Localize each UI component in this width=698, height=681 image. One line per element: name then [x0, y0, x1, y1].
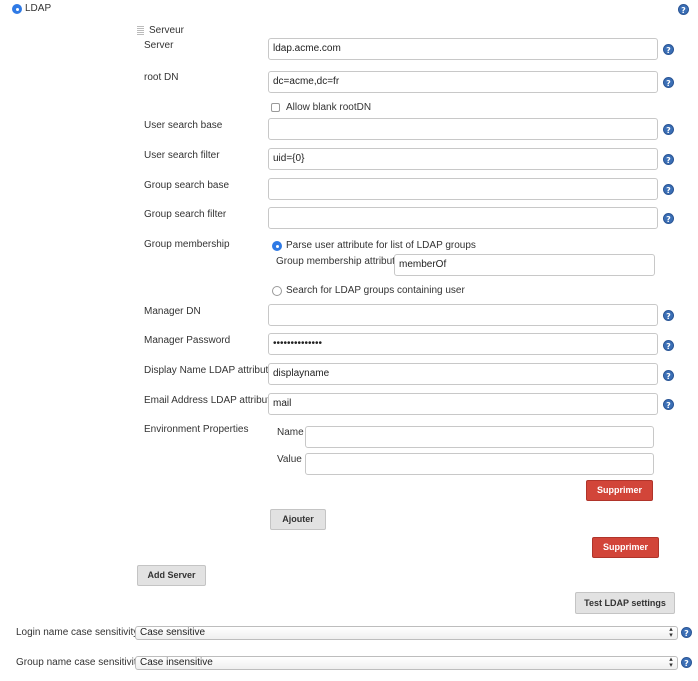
drag-handle-icon[interactable]	[137, 26, 144, 36]
env-name-input[interactable]	[305, 426, 654, 448]
email-attr-input[interactable]: mail	[268, 393, 658, 415]
help-icon[interactable]: ?	[678, 4, 689, 15]
group-membership-parse-radio[interactable]	[272, 241, 282, 251]
group-case-sensitivity-select[interactable]: Case insensitive ▴ ▾	[135, 656, 678, 670]
help-icon[interactable]: ?	[663, 340, 674, 351]
server-block-heading: Serveur	[149, 25, 185, 36]
ldap-radio[interactable]	[12, 4, 22, 14]
group-search-filter-label: Group search filter	[144, 209, 227, 220]
help-icon[interactable]: ?	[663, 44, 674, 55]
delete-server-button[interactable]: Supprimer	[592, 537, 659, 558]
env-value-input[interactable]	[305, 453, 654, 475]
group-membership-attribute-label: Group membership attribute	[276, 256, 401, 267]
test-ldap-settings-button[interactable]: Test LDAP settings	[575, 592, 675, 614]
delete-env-property-button[interactable]: Supprimer	[586, 480, 653, 501]
group-membership-attribute-input[interactable]: memberOf	[394, 254, 655, 276]
help-icon[interactable]: ?	[663, 184, 674, 195]
group-membership-parse-label: Parse user attribute for list of LDAP gr…	[286, 240, 476, 251]
add-server-button[interactable]: Add Server	[137, 565, 206, 586]
group-search-base-label: Group search base	[144, 180, 230, 191]
help-icon[interactable]: ?	[663, 77, 674, 88]
allow-blank-rootdn-label: Allow blank rootDN	[286, 102, 372, 113]
environment-properties-label: Environment Properties	[144, 424, 249, 435]
root-dn-input[interactable]: dc=acme,dc=fr	[268, 71, 658, 93]
manager-dn-input[interactable]	[268, 304, 658, 326]
select-arrows-icon: ▴ ▾	[669, 656, 673, 669]
help-icon[interactable]: ?	[663, 399, 674, 410]
group-membership-label: Group membership	[144, 239, 230, 250]
manager-password-label: Manager Password	[144, 335, 231, 346]
display-name-attr-input[interactable]: displayname	[268, 363, 658, 385]
manager-dn-label: Manager DN	[144, 306, 201, 317]
group-case-sensitivity-value: Case insensitive	[140, 657, 213, 668]
help-icon[interactable]: ?	[663, 310, 674, 321]
group-membership-search-label: Search for LDAP groups containing user	[286, 285, 465, 296]
user-search-base-label: User search base	[144, 120, 223, 131]
server-input[interactable]: ldap.acme.com	[268, 38, 658, 60]
env-name-label: Name	[277, 427, 304, 438]
user-search-base-input[interactable]	[268, 118, 658, 140]
user-search-filter-input[interactable]: uid={0}	[268, 148, 658, 170]
help-icon[interactable]: ?	[663, 213, 674, 224]
help-icon[interactable]: ?	[663, 370, 674, 381]
login-case-sensitivity-value: Case sensitive	[140, 627, 206, 638]
help-icon[interactable]: ?	[663, 154, 674, 165]
allow-blank-rootdn-checkbox[interactable]	[271, 103, 280, 112]
select-arrows-icon: ▴ ▾	[669, 626, 673, 639]
ldap-title: LDAP	[25, 3, 52, 14]
group-search-filter-input[interactable]	[268, 207, 658, 229]
email-attr-label: Email Address LDAP attribute	[144, 395, 276, 406]
manager-password-input[interactable]: ••••••••••••••	[268, 333, 658, 355]
add-env-property-button[interactable]: Ajouter	[270, 509, 326, 530]
help-icon[interactable]: ?	[681, 627, 692, 638]
login-case-sensitivity-label: Login name case sensitivity	[16, 627, 139, 638]
server-label: Server	[144, 40, 174, 51]
group-search-base-input[interactable]	[268, 178, 658, 200]
root-dn-label: root DN	[144, 72, 179, 83]
group-membership-search-radio[interactable]	[272, 286, 282, 296]
group-case-sensitivity-label: Group name case sensitivity	[16, 657, 142, 668]
display-name-attr-label: Display Name LDAP attribute	[144, 365, 274, 376]
env-value-label: Value	[277, 454, 302, 465]
help-icon[interactable]: ?	[663, 124, 674, 135]
user-search-filter-label: User search filter	[144, 150, 220, 161]
login-case-sensitivity-select[interactable]: Case sensitive ▴ ▾	[135, 626, 678, 640]
help-icon[interactable]: ?	[681, 657, 692, 668]
